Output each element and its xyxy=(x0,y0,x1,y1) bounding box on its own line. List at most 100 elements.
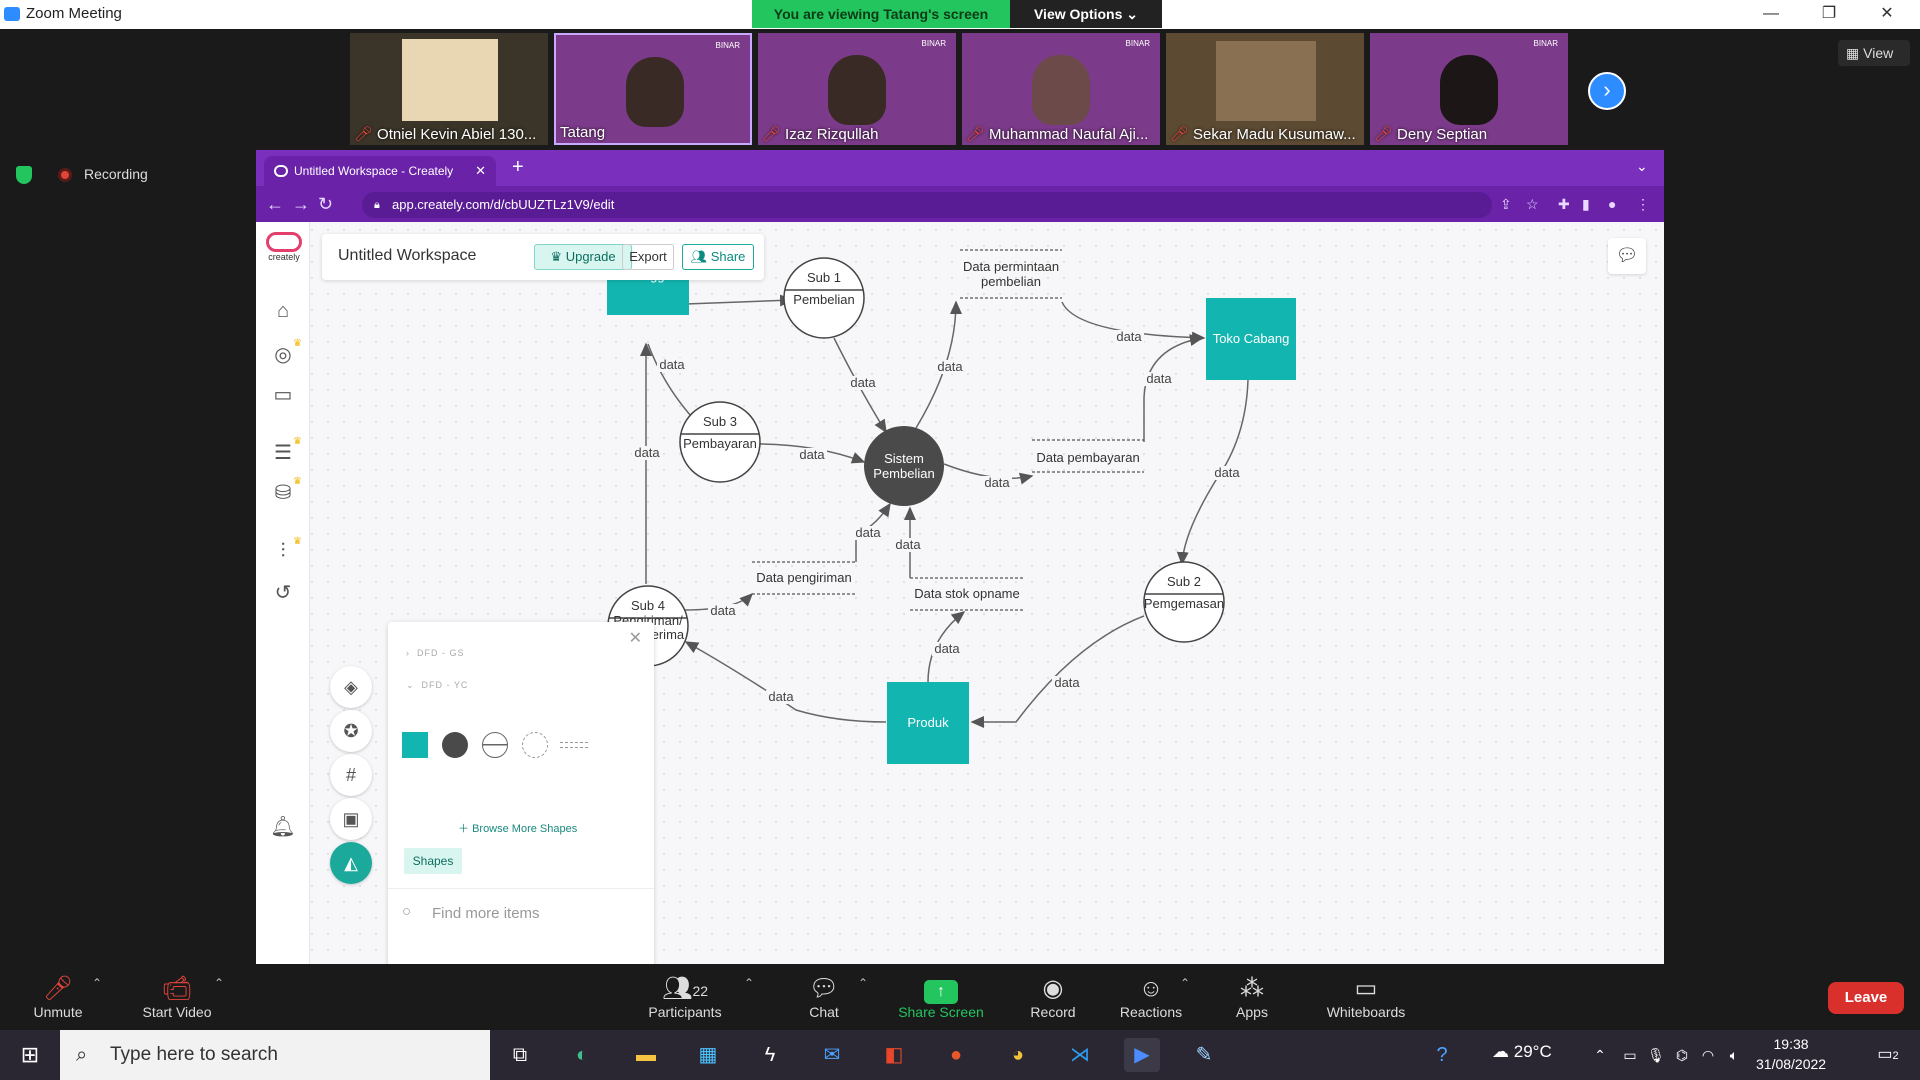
export-button[interactable]: Export xyxy=(622,244,674,270)
home-icon[interactable]: ⌂ xyxy=(270,300,296,326)
audio-options-chevron-icon[interactable]: ⌃ xyxy=(92,976,102,990)
edge-browser-icon[interactable]: ◐ xyxy=(564,1038,600,1072)
chrome-icon[interactable]: ◕ xyxy=(1000,1038,1036,1072)
shape-teal-rect[interactable] xyxy=(402,732,428,758)
chat-button[interactable]: 💬︎ Chat xyxy=(796,974,852,1020)
chat-chevron-icon[interactable]: ⌃ xyxy=(858,976,868,990)
app-lightning-icon[interactable]: ϟ xyxy=(752,1038,788,1072)
sidepanel-icon[interactable]: ▮ xyxy=(1582,196,1590,213)
share-button[interactable]: 👥︎ Share xyxy=(682,244,754,270)
unmute-button[interactable]: 🎤︎ Unmute xyxy=(26,974,90,1020)
participants-button[interactable]: 👥︎22 Participants xyxy=(640,974,730,1020)
view-options-button[interactable]: View Options ⌄ xyxy=(1010,0,1162,28)
participant-thumb[interactable]: BINAR 🎤︎ Deny Septian xyxy=(1370,33,1568,145)
file-explorer-icon[interactable]: ▬ xyxy=(628,1038,664,1072)
shape-data-store[interactable] xyxy=(560,742,588,748)
creately-logo[interactable]: creately xyxy=(262,232,306,272)
bookmark-star-icon[interactable]: ☆ xyxy=(1526,196,1539,213)
apps-button[interactable]: ⁂ Apps xyxy=(1224,974,1280,1020)
volume-icon[interactable]: 🔈︎ xyxy=(1716,1038,1752,1072)
shape-group-gs[interactable]: › DFD - GS xyxy=(406,648,465,658)
shape-dashed-circle[interactable] xyxy=(522,732,548,758)
workspace-title[interactable]: Untitled Workspace xyxy=(338,247,476,265)
vscode-icon[interactable]: ⋊ xyxy=(1062,1038,1098,1072)
video-options-chevron-icon[interactable]: ⌃ xyxy=(214,976,224,990)
shape-dark-circle[interactable] xyxy=(442,732,468,758)
tasks-icon[interactable]: ☰ ♛ xyxy=(270,436,302,466)
tab-search-chevron-icon[interactable]: ⌄ xyxy=(1636,158,1648,175)
participant-thumb[interactable]: BINAR 🎤︎ Izaz Rizqullah xyxy=(758,33,956,145)
notifications-icon[interactable]: ▭2 xyxy=(1870,1038,1906,1072)
shapes-tab[interactable]: Shapes xyxy=(404,848,462,874)
store-pembayaran[interactable]: Data pembayaran xyxy=(1036,450,1139,465)
store-stok-opname[interactable]: Data stok opname xyxy=(914,586,1020,601)
templates-icon[interactable]: ✪ xyxy=(330,710,372,752)
image-icon[interactable]: ▣ xyxy=(330,798,372,840)
participant-thumb-active[interactable]: BINAR Tatang xyxy=(554,33,752,145)
taskbar-search-input[interactable]: ⌕ Type here to search xyxy=(60,1030,490,1080)
powerpoint-icon[interactable]: ● xyxy=(938,1038,974,1072)
database-icon[interactable]: ⛁ ♛ xyxy=(270,476,302,506)
taskbar-clock[interactable]: 19:38 31/08/2022 xyxy=(1756,1034,1826,1074)
close-window-button[interactable]: ✕ xyxy=(1864,2,1910,26)
help-icon[interactable]: ? xyxy=(1424,1038,1460,1072)
browser-menu-icon[interactable]: ⋮ xyxy=(1636,196,1650,213)
record-button[interactable]: ◉ Record xyxy=(1020,974,1086,1020)
reactions-button[interactable]: ☺ Reactions xyxy=(1116,974,1186,1020)
notification-bell-icon[interactable]: 🔔︎ xyxy=(270,814,296,840)
store-permintaan-line1[interactable]: Data permintaan xyxy=(963,259,1059,274)
frame-icon[interactable]: # xyxy=(330,754,372,796)
weather-widget[interactable]: ☁ 29°C xyxy=(1492,1042,1552,1062)
participant-thumb[interactable]: 🎤︎ Sekar Madu Kusumaw... xyxy=(1166,33,1364,145)
comments-icon[interactable]: 💬︎ xyxy=(1608,238,1646,274)
settings-sliders-icon[interactable]: ⫶ ♛ xyxy=(270,536,303,566)
store-pengiriman[interactable]: Data pengiriman xyxy=(756,570,851,585)
zoom-taskbar-icon[interactable]: ▶ xyxy=(1124,1038,1160,1072)
share-page-icon[interactable]: ⇪ xyxy=(1500,196,1512,213)
new-tab-icon[interactable]: + xyxy=(512,156,524,179)
close-panel-icon[interactable]: ✕ xyxy=(629,628,642,648)
reactions-icon: ☺ xyxy=(1138,975,1164,1002)
reload-icon[interactable]: ↻ xyxy=(318,194,333,215)
profile-avatar[interactable]: ● xyxy=(1608,196,1616,212)
url-input[interactable]: 🔒︎ app.creately.com/d/cbUUZTLz1V9/edit xyxy=(362,192,1492,218)
folder-icon[interactable]: ▭ xyxy=(270,382,296,408)
browser-tab[interactable]: Untitled Workspace - Creately ✕ xyxy=(264,156,496,186)
store-icon[interactable]: ▦ xyxy=(690,1038,726,1072)
share-screen-button[interactable]: ↑ Share Screen xyxy=(890,974,992,1020)
back-icon[interactable]: ← xyxy=(266,194,284,215)
upgrade-button[interactable]: ♛ Upgrade xyxy=(534,244,632,270)
windows-start-icon[interactable]: ⊞ xyxy=(12,1038,48,1072)
shapes-tool-icon[interactable]: ◭ xyxy=(330,842,372,884)
minimize-button[interactable]: — xyxy=(1748,2,1794,26)
participant-thumb[interactable]: BINAR 🎤︎ Muhammad Naufal Aji... xyxy=(962,33,1160,145)
shape-group-yc[interactable]: ⌄ DFD - YC xyxy=(406,680,468,691)
whiteboards-button[interactable]: ▭ Whiteboards xyxy=(1316,974,1416,1020)
task-view-icon[interactable]: ⧉ xyxy=(502,1038,538,1072)
participant-thumb[interactable]: 🎤︎ Otniel Kevin Abiel 130... xyxy=(350,33,548,145)
paint-icon[interactable]: ✎ xyxy=(1186,1038,1222,1072)
shape-process-circle[interactable] xyxy=(482,732,508,758)
browse-more-shapes-link[interactable]: ＋ Browse More Shapes xyxy=(458,820,577,836)
flow-label: data xyxy=(1146,371,1172,386)
history-icon[interactable]: ↺ xyxy=(270,580,296,606)
explore-icon[interactable]: ◎ ♛ xyxy=(270,338,302,368)
find-items-input[interactable]: ○ Find more items xyxy=(388,888,654,928)
start-video-button[interactable]: 📹︎ Start Video xyxy=(134,974,220,1020)
viewing-screen-banner: You are viewing Tatang's screen xyxy=(752,0,1010,28)
store-permintaan-line2[interactable]: pembelian xyxy=(981,274,1041,289)
close-tab-icon[interactable]: ✕ xyxy=(475,156,486,186)
reactions-chevron-icon[interactable]: ⌃ xyxy=(1180,976,1190,990)
office-icon[interactable]: ◧ xyxy=(876,1038,912,1072)
leave-button[interactable]: Leave xyxy=(1828,982,1904,1014)
layers-icon[interactable]: ◈ xyxy=(330,666,372,708)
extensions-icon[interactable]: ✚ xyxy=(1558,196,1570,213)
restore-button[interactable]: ❐ xyxy=(1806,2,1852,26)
participants-chevron-icon[interactable]: ⌃ xyxy=(744,976,754,990)
mail-icon[interactable]: ✉ xyxy=(814,1038,850,1072)
creately-canvas[interactable]: Data permintaan pembelian Data pembayara… xyxy=(256,222,1664,964)
encryption-shield-icon[interactable] xyxy=(16,166,32,184)
forward-icon[interactable]: → xyxy=(292,194,310,215)
next-page-icon[interactable]: › xyxy=(1588,72,1626,110)
view-layout-button[interactable]: ▦ View xyxy=(1838,40,1910,66)
